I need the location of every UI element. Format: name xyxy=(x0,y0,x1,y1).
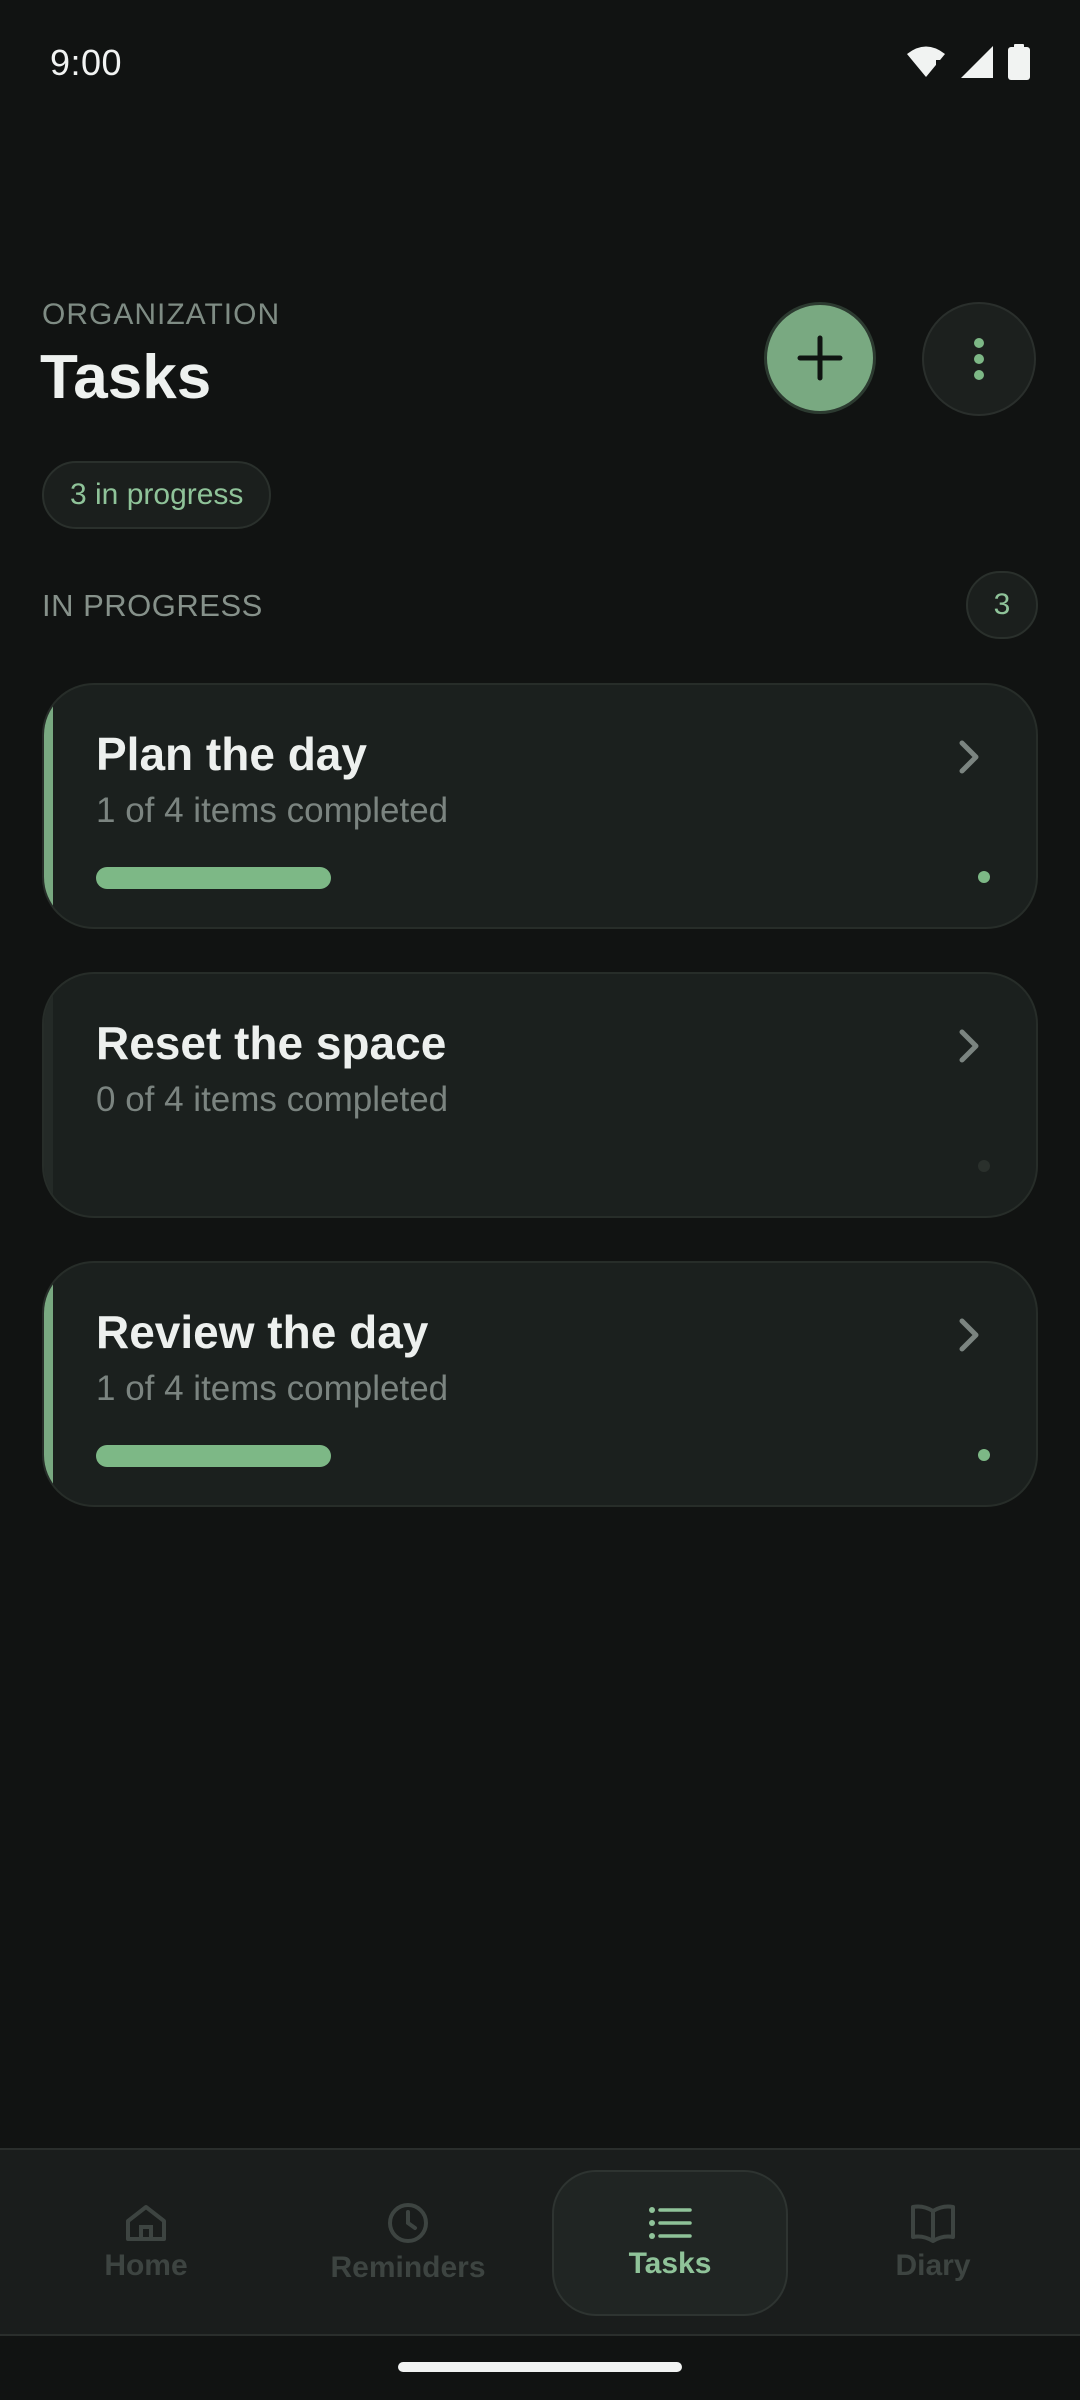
page-title: Tasks xyxy=(40,343,212,412)
nav-label: Reminders xyxy=(330,2251,486,2284)
task-title: Reset the space xyxy=(96,1017,447,1069)
nav-label: Diary xyxy=(895,2249,971,2282)
nav-label: Home xyxy=(104,2249,188,2282)
chevron-right-icon xyxy=(959,740,979,774)
battery-icon xyxy=(1008,44,1030,80)
task-progress-end-dot xyxy=(978,871,990,883)
task-subtitle: 0 of 4 items completed xyxy=(96,1080,449,1119)
task-subtitle: 1 of 4 items completed xyxy=(96,791,449,830)
home-icon xyxy=(126,2205,166,2241)
task-accent-bar xyxy=(44,1263,53,1505)
clock-icon xyxy=(388,2203,428,2243)
status-time: 9:00 xyxy=(50,42,123,83)
signal-icon xyxy=(961,46,993,78)
wifi-icon xyxy=(907,46,945,77)
task-card-plan-the-day[interactable]: Plan the day 1 of 4 items completed xyxy=(42,683,1038,929)
chevron-right-icon xyxy=(959,1318,979,1352)
status-bar: 9:00 xyxy=(0,0,1080,130)
header-eyebrow: ORGANIZATION xyxy=(42,298,281,331)
task-title: Plan the day xyxy=(96,728,367,780)
task-title: Review the day xyxy=(96,1306,429,1358)
status-icons xyxy=(906,44,1030,80)
nav-item-home[interactable]: Home xyxy=(28,2170,264,2316)
task-card-reset-the-space[interactable]: Reset the space 0 of 4 items completed xyxy=(42,972,1038,1218)
in-progress-chip[interactable]: 3 in progress xyxy=(42,461,272,529)
task-accent-bar xyxy=(44,685,53,927)
task-progress-end-dot xyxy=(978,1449,990,1461)
more-options-button[interactable] xyxy=(922,302,1036,416)
nav-label: Tasks xyxy=(628,2247,712,2280)
section-count-badge: 3 xyxy=(966,571,1038,639)
task-progress-bar xyxy=(96,867,976,889)
add-task-button[interactable] xyxy=(764,302,876,414)
nav-item-tasks[interactable]: Tasks xyxy=(552,2170,788,2316)
task-progress-bar xyxy=(96,1445,976,1467)
task-progress-fill xyxy=(96,1445,331,1467)
gesture-navigation-bar[interactable] xyxy=(398,2362,682,2372)
task-progress-bar xyxy=(96,1156,976,1178)
chevron-right-icon xyxy=(959,1029,979,1063)
section-label: IN PROGRESS xyxy=(42,588,263,623)
task-progress-end-dot xyxy=(978,1160,990,1172)
list-icon xyxy=(649,2207,692,2239)
more-vertical-icon xyxy=(974,338,984,380)
task-card-review-the-day[interactable]: Review the day 1 of 4 items completed xyxy=(42,1261,1038,1507)
book-icon xyxy=(911,2204,955,2243)
task-list: Plan the day 1 of 4 items completed Rese… xyxy=(42,683,1038,1550)
bottom-navigation: Home Reminders Tasks Diary xyxy=(0,2148,1080,2336)
task-progress-fill xyxy=(96,867,331,889)
plus-icon xyxy=(797,335,843,381)
nav-item-reminders[interactable]: Reminders xyxy=(290,2170,526,2316)
nav-item-diary[interactable]: Diary xyxy=(815,2170,1051,2316)
task-accent-bar xyxy=(44,974,53,1216)
task-subtitle: 1 of 4 items completed xyxy=(96,1369,449,1408)
